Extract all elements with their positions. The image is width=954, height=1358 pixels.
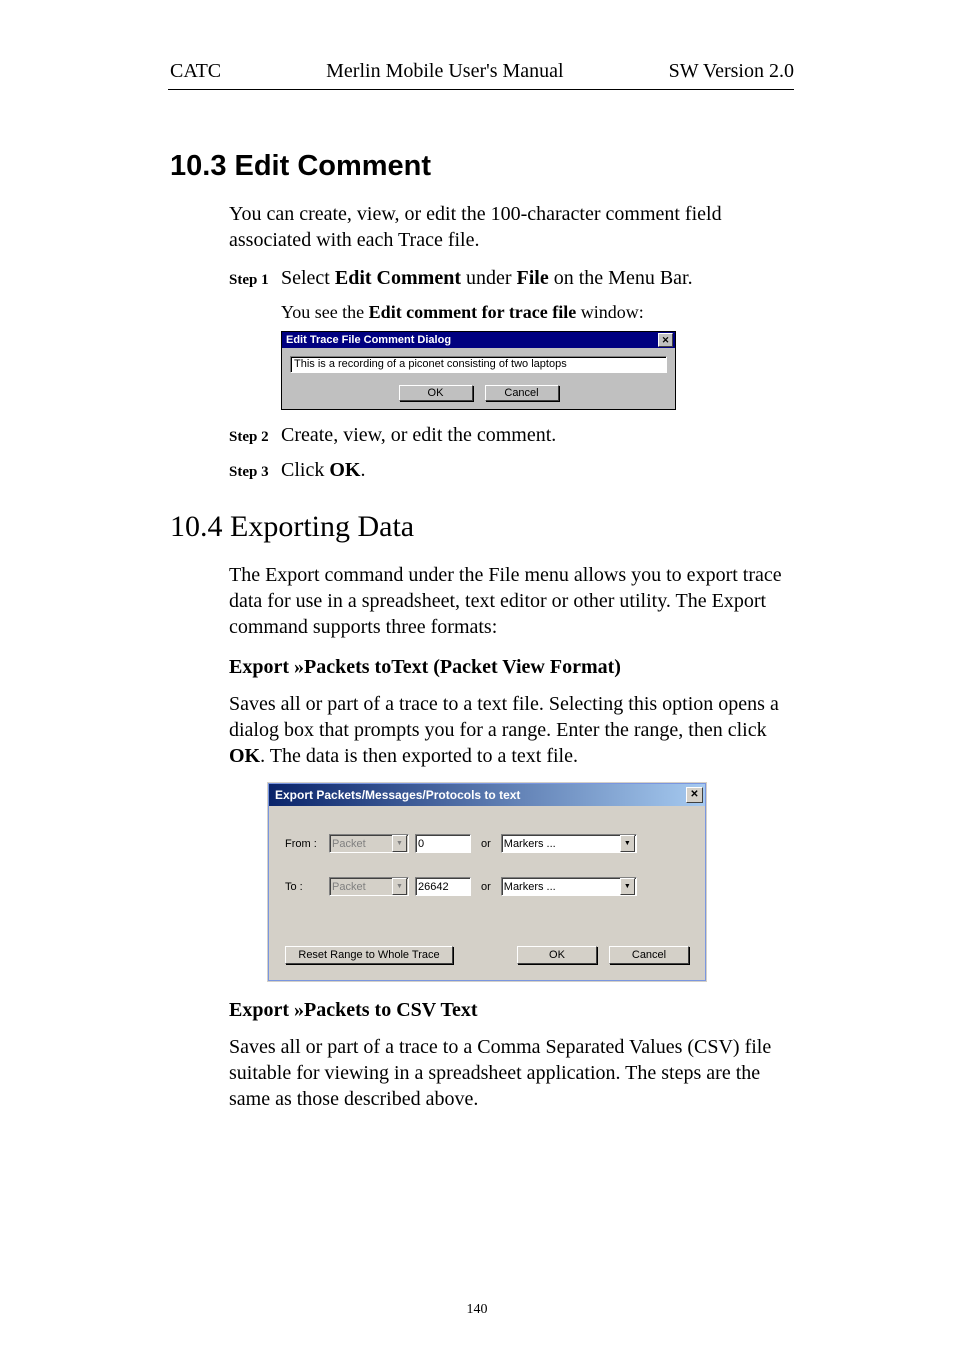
page-number: 140 [0, 1302, 954, 1318]
export-dialog: Export Packets/Messages/Protocols to tex… [268, 783, 706, 981]
step-3-text: Click OK. [281, 459, 365, 482]
cancel-button[interactable]: Cancel [609, 946, 689, 964]
from-label: From : [285, 838, 323, 850]
export-text-para: Saves all or part of a trace to a text f… [229, 691, 794, 769]
comment-input[interactable]: This is a recording of a piconet consist… [290, 356, 667, 373]
export-text-subhead: Export »Packets toText (Packet View Form… [229, 656, 794, 679]
section-10-3-heading: 10.3 Edit Comment [170, 150, 954, 183]
step-3-label: Step 3 [229, 464, 281, 481]
edit-comment-dialog: Edit Trace File Comment Dialog ✕ This is… [281, 331, 676, 410]
to-type-select: Packet ▼ [329, 877, 409, 896]
step-2-row: Step 2 Create, view, or edit the comment… [229, 424, 794, 447]
step-1-row: Step 1 Select Edit Comment under File on… [229, 267, 794, 290]
to-markers-select[interactable]: Markers ... ▼ [501, 877, 637, 896]
chevron-down-icon: ▼ [392, 835, 407, 852]
header-left: CATC [170, 60, 221, 83]
to-label: To : [285, 881, 323, 893]
chevron-down-icon[interactable]: ▼ [620, 835, 635, 852]
from-markers-select[interactable]: Markers ... ▼ [501, 834, 637, 853]
export-csv-subhead: Export »Packets to CSV Text [229, 999, 794, 1022]
or-label: or [481, 881, 491, 893]
close-icon[interactable]: ✕ [658, 333, 673, 347]
section-10-3-intro: You can create, view, or edit the 100-ch… [229, 201, 794, 253]
to-value-input[interactable]: 26642 [415, 877, 471, 896]
ok-button[interactable]: OK [399, 385, 473, 401]
section-10-4-heading: 10.4 Exporting Data [170, 510, 954, 544]
step-3-row: Step 3 Click OK. [229, 459, 794, 482]
section-10-4-intro: The Export command under the File menu a… [229, 562, 794, 640]
from-value-input[interactable]: 0 [415, 834, 471, 853]
cancel-button[interactable]: Cancel [485, 385, 559, 401]
ok-button[interactable]: OK [517, 946, 597, 964]
step-1-label: Step 1 [229, 272, 281, 289]
reset-range-button[interactable]: Reset Range to Whole Trace [285, 946, 453, 964]
step-2-text: Create, view, or edit the comment. [281, 424, 556, 447]
chevron-down-icon[interactable]: ▼ [620, 878, 635, 895]
or-label: or [481, 838, 491, 850]
header-right: SW Version 2.0 [669, 60, 794, 83]
step-1-text: Select Edit Comment under File on the Me… [281, 267, 693, 290]
edit-comment-dialog-title: Edit Trace File Comment Dialog [286, 334, 451, 346]
you-see-line: You see the Edit comment for trace file … [281, 302, 954, 323]
export-dialog-title: Export Packets/Messages/Protocols to tex… [275, 788, 520, 802]
export-csv-para: Saves all or part of a trace to a Comma … [229, 1034, 794, 1112]
close-icon[interactable]: ✕ [686, 787, 703, 803]
step-2-label: Step 2 [229, 429, 281, 446]
to-row: To : Packet ▼ 26642 or Markers ... ▼ [285, 877, 689, 896]
chevron-down-icon: ▼ [392, 878, 407, 895]
header-rule [168, 89, 794, 90]
from-type-select: Packet ▼ [329, 834, 409, 853]
header-center: Merlin Mobile User's Manual [326, 60, 563, 83]
from-row: From : Packet ▼ 0 or Markers ... ▼ [285, 834, 689, 853]
